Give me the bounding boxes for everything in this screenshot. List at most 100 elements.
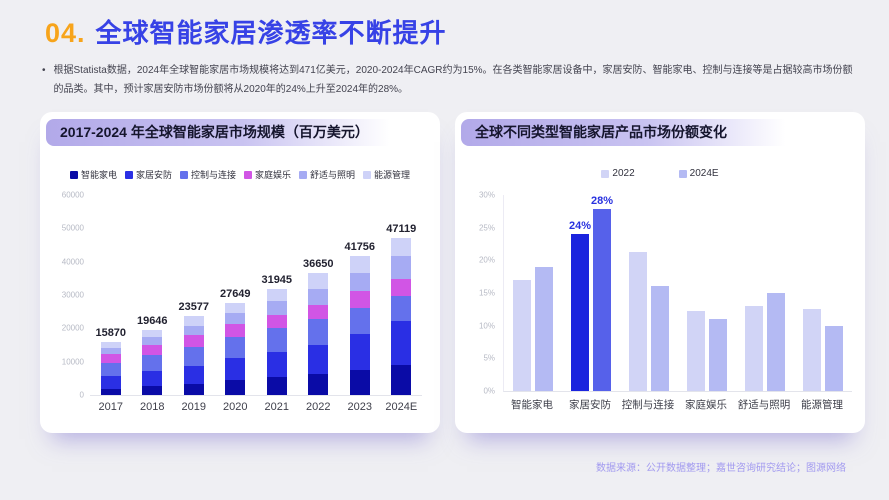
x-axis-label: 智能家电 (503, 397, 561, 412)
grouped-bar-column (767, 195, 785, 391)
legend-item: 2024E (679, 168, 719, 179)
bar-segment (267, 289, 287, 302)
x-axis-label: 2018 (132, 401, 174, 413)
bar-segment (142, 355, 162, 371)
right-chart-x-axis: 智能家电家居安防控制与连接家庭娱乐舒适与照明能源管理 (503, 397, 851, 412)
left-chart-y-axis: 0100002000030000400005000060000 (44, 195, 84, 395)
legend-item: 家居安防 (125, 168, 172, 181)
bar-2022 (571, 234, 589, 391)
bar-segment (225, 313, 245, 324)
right-chart-y-axis: 0%5%10%15%20%25%30% (457, 195, 495, 391)
bar-2024e (767, 293, 785, 391)
bar-column: 41756 (339, 195, 381, 395)
bar-2022 (629, 252, 647, 391)
legend-label: 控制与连接 (191, 168, 236, 181)
grouped-bar-column (513, 195, 531, 391)
grouped-bar-column (629, 195, 647, 391)
bar-segment (101, 389, 121, 395)
bar-group: 24% 28% (571, 195, 611, 391)
bar-segment (142, 386, 162, 395)
legend-swatch (125, 171, 133, 179)
grouped-bar-column (687, 195, 705, 391)
x-axis-label: 2024E (381, 401, 423, 413)
bar-total-label: 31945 (261, 274, 292, 286)
legend-swatch (70, 171, 78, 179)
y-axis-tick-label: 15% (479, 289, 495, 298)
x-axis-label: 舒适与照明 (735, 397, 793, 412)
bar-segment (308, 319, 328, 345)
bar-stack (184, 316, 204, 395)
bar-segment (308, 273, 328, 289)
bar-segment (267, 377, 287, 395)
right-chart-legend: 2022 2024E (455, 168, 865, 179)
legend-swatch (601, 170, 609, 178)
bar-segment (391, 238, 411, 256)
y-axis-tick-label: 25% (479, 223, 495, 232)
left-chart-plot-area: 1587019646235772764931945366504175647119 (90, 195, 422, 396)
bar-value-label: 24% (569, 220, 591, 232)
summary-text: 根据Statista数据，2024年全球智能家居市场规模将达到471亿美元，20… (54, 61, 854, 99)
bar-2022 (745, 306, 763, 391)
bar-total-label: 19646 (137, 315, 168, 327)
y-axis-tick-label: 20000 (62, 324, 84, 333)
grouped-bar-column (825, 195, 843, 391)
x-axis-label: 2021 (256, 401, 298, 413)
bar-segment (308, 289, 328, 305)
bar-2022 (687, 311, 705, 391)
bar-segment (184, 384, 204, 395)
bar-segment (225, 303, 245, 313)
bar-value-label: 28% (591, 195, 613, 207)
legend-swatch (244, 171, 252, 179)
bar-stack (225, 303, 245, 395)
right-chart-title: 全球不同类型智能家居产品市场份额变化 (461, 119, 799, 146)
legend-swatch (180, 171, 188, 179)
bar-stack (142, 330, 162, 395)
x-axis-label: 家庭娱乐 (677, 397, 735, 412)
page-title: 全球智能家居渗透率不断提升 (96, 13, 447, 50)
bar-segment (225, 337, 245, 358)
legend-item: 2022 (601, 168, 634, 179)
bar-segment (184, 326, 204, 335)
legend-label: 2024E (690, 168, 719, 179)
legend-label: 2022 (612, 168, 634, 179)
bar-total-label: 41756 (344, 241, 375, 253)
y-axis-tick-label: 30000 (62, 291, 84, 300)
legend-label: 家庭娱乐 (255, 168, 291, 181)
left-chart-title: 2017-2024 年全球智能家居市场规模（百万美元） (46, 119, 404, 146)
bar-total-label: 23577 (178, 301, 209, 313)
bar-segment (225, 358, 245, 380)
grouped-bar-column (745, 195, 763, 391)
bar-2024e (593, 209, 611, 391)
bar-segment (350, 308, 370, 334)
bar-segment (308, 305, 328, 320)
bar-segment (391, 256, 411, 279)
bar-segment (350, 291, 370, 308)
x-axis-label: 控制与连接 (619, 397, 677, 412)
bar-segment (391, 321, 411, 365)
bar-total-label: 36650 (303, 258, 334, 270)
bar-segment (184, 347, 204, 366)
legend-label: 舒适与照明 (310, 168, 355, 181)
x-axis-label: 家居安防 (561, 397, 619, 412)
bar-segment (142, 371, 162, 386)
bar-segment (142, 337, 162, 345)
right-chart-plot-area: 24% 28% (503, 195, 852, 392)
y-axis-tick-label: 30% (479, 191, 495, 200)
data-source-note: 数据来源：公开数据整理；嘉世咨询研究结论；图源网络 (596, 459, 846, 474)
left-chart-x-axis: 20172018201920202021202220232024E (90, 401, 422, 413)
x-axis-label: 能源管理 (793, 397, 851, 412)
legend-item: 家庭娱乐 (244, 168, 291, 181)
grouped-bar-column (535, 195, 553, 391)
y-axis-tick-label: 60000 (62, 191, 84, 200)
bar-segment (184, 316, 204, 325)
legend-label: 家居安防 (136, 168, 172, 181)
market-share-chart-card: 全球不同类型智能家居产品市场份额变化 2022 2024E 0%5%10%15%… (455, 112, 865, 433)
bar-segment (350, 334, 370, 370)
y-axis-tick-label: 5% (483, 354, 495, 363)
x-axis-label: 2019 (173, 401, 215, 413)
section-number: 04. (45, 18, 86, 49)
bar-segment (308, 345, 328, 374)
bar-segment (267, 328, 287, 351)
bar-segment (225, 324, 245, 337)
legend-item: 控制与连接 (180, 168, 236, 181)
